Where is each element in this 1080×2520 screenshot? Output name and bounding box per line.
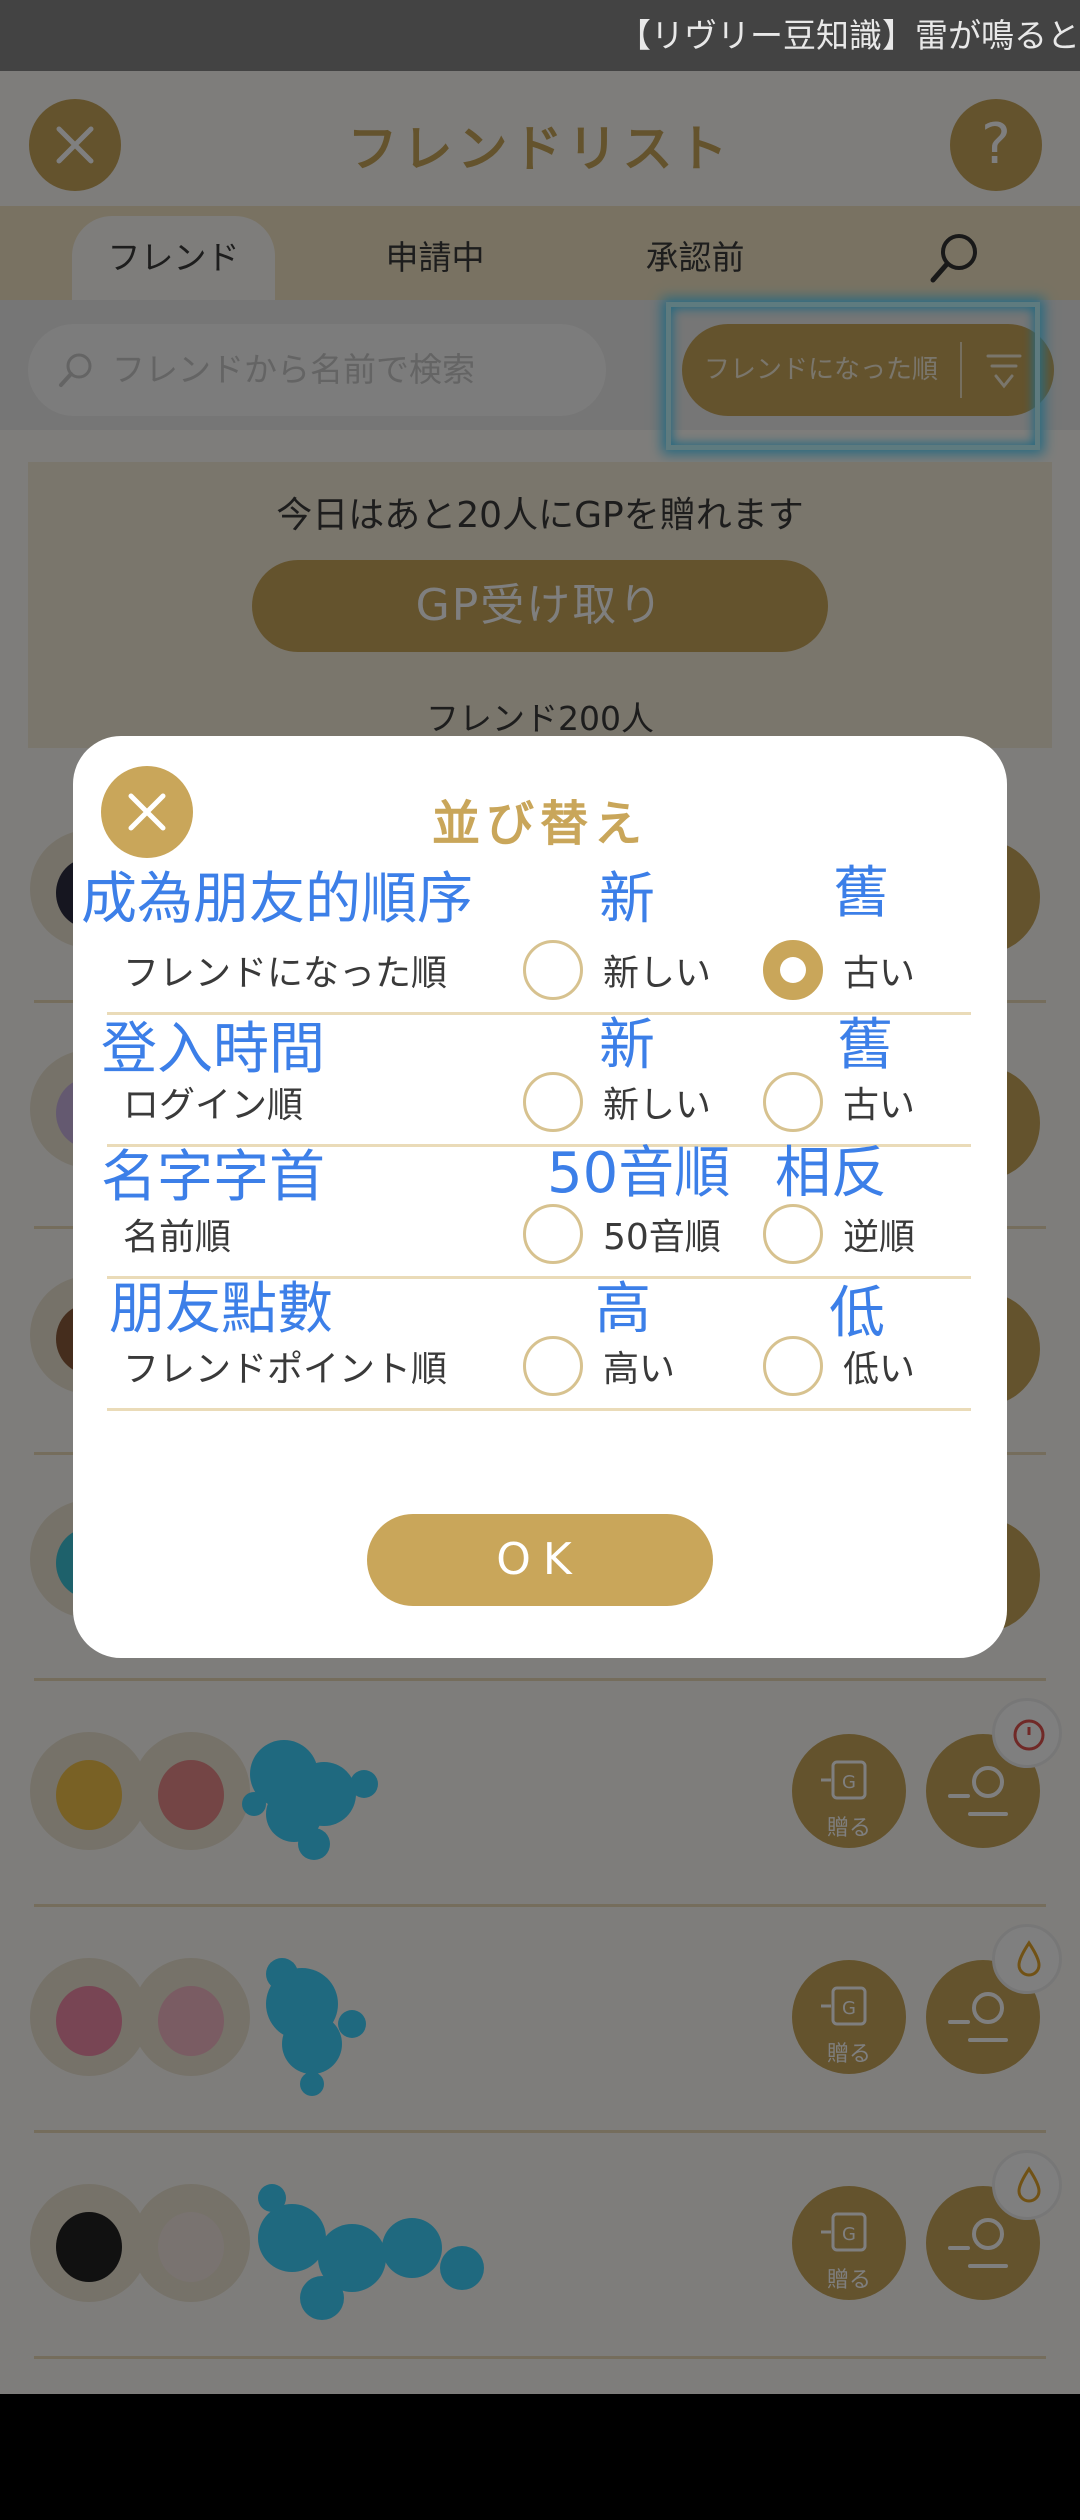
ok-button[interactable]: OK [367, 1514, 713, 1606]
radio-label: 新しい [603, 953, 712, 994]
annotation-note-b: 舊 [837, 1013, 893, 1078]
annotation-note: 成為朋友的順序 [81, 867, 473, 932]
dialog-title: 並び替え [431, 796, 648, 852]
annotation-note: 登入時間 [101, 1017, 325, 1082]
annotation-note-a: 新 [599, 1013, 655, 1078]
radio-oldest-friend[interactable] [763, 940, 823, 1000]
radio-points-low[interactable] [763, 1336, 823, 1396]
radio-name-ascending[interactable] [523, 1204, 583, 1264]
radio-newest-friend[interactable] [523, 940, 583, 1000]
radio-points-high[interactable] [523, 1336, 583, 1396]
annotation-note-b: 低 [829, 1281, 885, 1346]
system-navigation-bar [0, 2394, 1080, 2520]
annotation-note-b: 相反 [775, 1141, 887, 1206]
annotation-note-a: 高 [595, 1277, 651, 1342]
app-screen: 【リヴリー豆知識】雷が鳴ると フレンドリスト ? フレンド 申請中 承認前 フレ… [0, 0, 1080, 2394]
sort-option-label: フレンドポイント順 [123, 1349, 448, 1390]
annotation-note: 名字字首 [101, 1145, 325, 1210]
sort-option-label: フレンドになった順 [123, 953, 448, 994]
news-ticker: 【リヴリー豆知識】雷が鳴ると [0, 0, 1080, 71]
ticker-text: 【リヴリー豆知識】雷が鳴ると [618, 16, 1080, 55]
radio-login-newest[interactable] [523, 1072, 583, 1132]
radio-login-oldest[interactable] [763, 1072, 823, 1132]
section-divider [107, 1408, 971, 1411]
radio-label: 古い [843, 953, 916, 994]
radio-label: 古い [843, 1085, 916, 1126]
radio-label: 50音順 [603, 1217, 721, 1258]
radio-label: 新しい [603, 1085, 712, 1126]
sort-dialog: 並び替え 成為朋友的順序 新 舊 フレンドになった順 新しい 古い 登入時間 新… [73, 736, 1007, 1658]
radio-name-descending[interactable] [763, 1204, 823, 1264]
annotation-note: 朋友點數 [109, 1277, 333, 1342]
sort-option-label: ログイン順 [123, 1085, 304, 1126]
radio-label: 高い [603, 1349, 676, 1390]
annotation-note-a: 50音順 [547, 1141, 731, 1206]
radio-label: 逆順 [843, 1217, 916, 1258]
radio-label: 低い [843, 1349, 916, 1390]
annotation-note-b: 舊 [833, 861, 889, 926]
annotation-note-a: 新 [599, 867, 655, 932]
sort-option-label: 名前順 [123, 1217, 232, 1258]
